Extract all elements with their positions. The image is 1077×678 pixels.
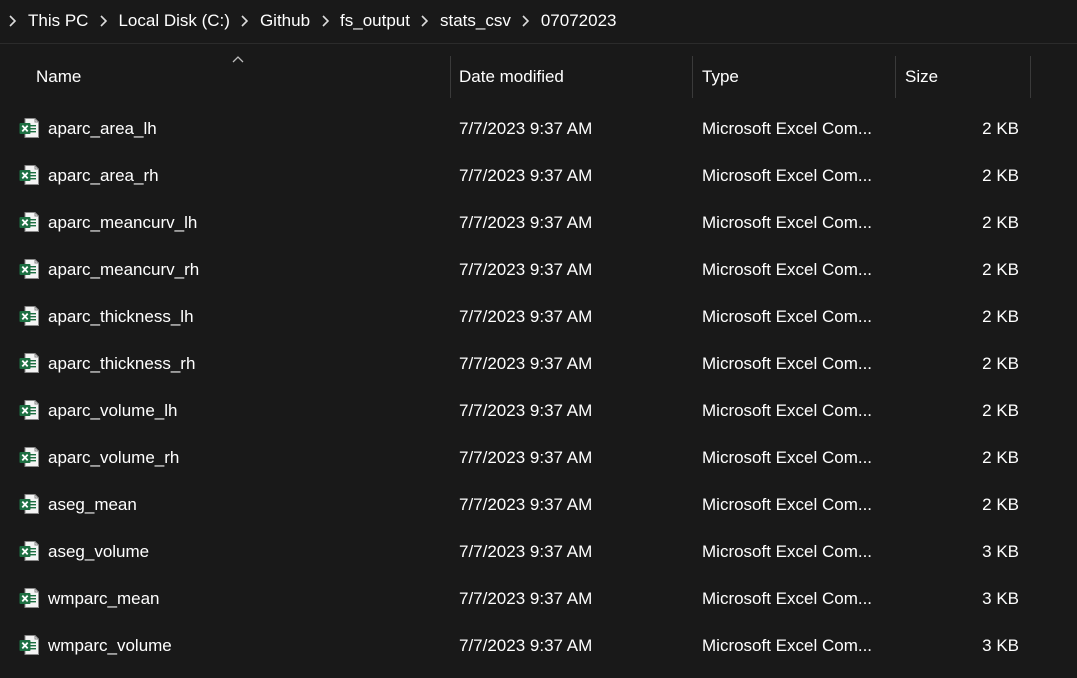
file-size: 2 KB [982,165,1019,185]
file-size: 3 KB [982,588,1019,608]
column-header-row: Name Date modified Type Size [0,56,1077,98]
column-header-name[interactable]: Name [0,56,450,98]
file-type: Microsoft Excel Com... [702,541,873,561]
file-type: Microsoft Excel Com... [702,165,873,185]
file-date-modified: 7/7/2023 9:37 AM [459,588,593,608]
file-name: wmparc_volume [48,635,172,655]
file-type: Microsoft Excel Com... [702,588,873,608]
file-size: 2 KB [982,212,1019,232]
file-name: aparc_area_rh [48,165,159,185]
column-header-type[interactable]: Type [693,56,895,98]
file-row[interactable]: aseg_mean 7/7/2023 9:37 AM Microsoft Exc… [0,481,1077,528]
breadcrumb[interactable]: This PC Local Disk (C:) Github fs_output… [0,0,1077,42]
file-date-modified: 7/7/2023 9:37 AM [459,306,593,326]
breadcrumb-fs-output[interactable]: fs_output [336,11,414,31]
file-date-modified: 7/7/2023 9:37 AM [459,118,593,138]
file-name: wmparc_mean [48,588,160,608]
file-name: aseg_volume [48,541,150,561]
file-type: Microsoft Excel Com... [702,635,873,655]
file-size: 2 KB [982,259,1019,279]
file-size: 3 KB [982,635,1019,655]
file-type: Microsoft Excel Com... [702,353,873,373]
excel-csv-file-icon [19,635,39,655]
file-name: aparc_volume_lh [48,400,178,420]
breadcrumb-divider [0,43,1077,44]
file-size: 2 KB [982,400,1019,420]
file-size: 2 KB [982,306,1019,326]
column-header-size[interactable]: Size [896,56,1030,98]
file-row[interactable]: aparc_area_lh 7/7/2023 9:37 AM Microsoft… [0,105,1077,152]
file-name: aparc_thickness_rh [48,353,196,373]
file-row[interactable]: aparc_meancurv_rh 7/7/2023 9:37 AM Micro… [0,246,1077,293]
excel-csv-file-icon [19,212,39,232]
file-date-modified: 7/7/2023 9:37 AM [459,212,593,232]
column-resize-handle[interactable] [1030,56,1031,98]
file-date-modified: 7/7/2023 9:37 AM [459,494,593,514]
column-header-size-label: Size [905,67,939,86]
file-type: Microsoft Excel Com... [702,118,873,138]
chevron-right-icon[interactable] [0,11,24,31]
chevron-right-icon[interactable] [92,11,114,31]
excel-csv-file-icon [19,447,39,467]
file-name: aseg_mean [48,494,137,514]
file-type: Microsoft Excel Com... [702,400,873,420]
excel-csv-file-icon [19,541,39,561]
file-type: Microsoft Excel Com... [702,447,873,467]
column-header-type-label: Type [702,67,739,86]
file-size: 2 KB [982,494,1019,514]
excel-csv-file-icon [19,118,39,138]
file-type: Microsoft Excel Com... [702,259,873,279]
excel-csv-file-icon [19,400,39,420]
breadcrumb-stats-csv[interactable]: stats_csv [436,11,515,31]
file-row[interactable]: aparc_area_rh 7/7/2023 9:37 AM Microsoft… [0,152,1077,199]
file-name: aparc_meancurv_lh [48,212,198,232]
file-name: aparc_area_lh [48,118,157,138]
file-date-modified: 7/7/2023 9:37 AM [459,259,593,279]
column-header-date-modified[interactable]: Date modified [451,56,692,98]
chevron-right-icon[interactable] [314,11,336,31]
file-row[interactable]: aparc_volume_rh 7/7/2023 9:37 AM Microso… [0,434,1077,481]
file-type: Microsoft Excel Com... [702,494,873,514]
file-name: aparc_thickness_lh [48,306,194,326]
chevron-right-icon[interactable] [414,11,436,31]
excel-csv-file-icon [19,165,39,185]
file-row[interactable]: aparc_volume_lh 7/7/2023 9:37 AM Microso… [0,387,1077,434]
file-name: aparc_meancurv_rh [48,259,200,279]
file-size: 2 KB [982,447,1019,467]
file-explorer-window: This PC Local Disk (C:) Github fs_output… [0,0,1077,678]
file-row[interactable]: aparc_thickness_lh 7/7/2023 9:37 AM Micr… [0,293,1077,340]
file-date-modified: 7/7/2023 9:37 AM [459,635,593,655]
file-list: aparc_area_lh 7/7/2023 9:37 AM Microsoft… [0,105,1077,669]
file-row[interactable]: aseg_volume 7/7/2023 9:37 AM Microsoft E… [0,528,1077,575]
file-name: aparc_volume_rh [48,447,180,467]
file-date-modified: 7/7/2023 9:37 AM [459,165,593,185]
file-date-modified: 7/7/2023 9:37 AM [459,447,593,467]
breadcrumb-this-pc[interactable]: This PC [24,11,92,31]
excel-csv-file-icon [19,588,39,608]
excel-csv-file-icon [19,306,39,326]
file-date-modified: 7/7/2023 9:37 AM [459,400,593,420]
file-size: 2 KB [982,118,1019,138]
file-type: Microsoft Excel Com... [702,306,873,326]
file-type: Microsoft Excel Com... [702,212,873,232]
breadcrumb-current-folder[interactable]: 07072023 [537,11,621,31]
chevron-right-icon[interactable] [234,11,256,31]
file-row[interactable]: aparc_thickness_rh 7/7/2023 9:37 AM Micr… [0,340,1077,387]
file-row[interactable]: wmparc_volume 7/7/2023 9:37 AM Microsoft… [0,622,1077,669]
file-date-modified: 7/7/2023 9:37 AM [459,353,593,373]
breadcrumb-github[interactable]: Github [256,11,314,31]
file-date-modified: 7/7/2023 9:37 AM [459,541,593,561]
excel-csv-file-icon [19,259,39,279]
file-size: 3 KB [982,541,1019,561]
breadcrumb-local-disk[interactable]: Local Disk (C:) [114,11,233,31]
file-row[interactable]: wmparc_mean 7/7/2023 9:37 AM Microsoft E… [0,575,1077,622]
excel-csv-file-icon [19,353,39,373]
file-row[interactable]: aparc_meancurv_lh 7/7/2023 9:37 AM Micro… [0,199,1077,246]
column-header-name-label: Name [36,67,82,86]
excel-csv-file-icon [19,494,39,514]
column-header-date-label: Date modified [459,67,564,86]
file-size: 2 KB [982,353,1019,373]
chevron-right-icon[interactable] [515,11,537,31]
